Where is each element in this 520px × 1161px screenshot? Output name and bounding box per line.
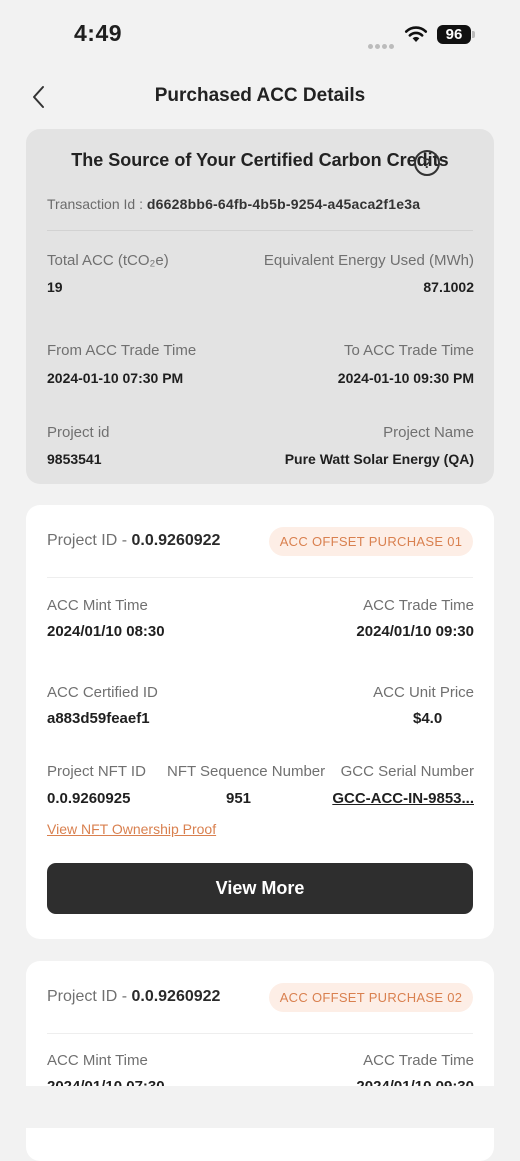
mint-time-label: ACC Mint Time [47, 1052, 148, 1069]
trade-time-label: ACC Trade Time [363, 597, 474, 614]
offset-project-id-label: Project ID - [47, 988, 128, 1005]
nav-bar: Purchased ACC Details [0, 70, 520, 122]
project-id-label: Project id [47, 424, 110, 441]
total-acc-label: Total ACC (tCO₂e) [47, 252, 169, 269]
project-name-label: Project Name [383, 424, 474, 441]
offset-purchase-card: Project ID - 0.0.9260922 ACC OFFSET PURC… [26, 961, 494, 1161]
project-id-value: 9853541 [47, 451, 102, 467]
carbon-source-card: The Source of Your Certified Carbon Cred… [26, 129, 494, 484]
project-name-value: Pure Watt Solar Energy (QA) [284, 451, 474, 467]
transaction-label: Transaction Id : [47, 196, 143, 212]
help-question-icon[interactable]: ? [414, 150, 440, 176]
certified-id-value: a883d59feaef1 [47, 710, 150, 727]
battery-tip [472, 31, 475, 38]
unit-price-value: $4.0 [413, 710, 443, 727]
status-bar: 4:49 96 [0, 0, 520, 70]
offset-project-id-label: Project ID - [47, 532, 128, 549]
nft-sequence-label: NFT Sequence Number [167, 763, 326, 780]
trade-time-value: 2024/01/10 09:30 [356, 623, 474, 640]
page-title: Purchased ACC Details [154, 85, 366, 106]
to-trade-time-value: 2024-01-10 09:30 PM [337, 370, 474, 386]
gcc-serial-label: GCC Serial Number [340, 763, 474, 780]
wifi-icon [404, 26, 428, 42]
offset-project-id: Project ID - 0.0.9260922 [47, 988, 220, 1006]
nft-sequence-value: 951 [226, 790, 252, 807]
status-time: 4:49 [74, 20, 123, 46]
from-trade-time-value: 2024-01-10 07:30 PM [47, 370, 184, 386]
offset-project-id: Project ID - 0.0.9260922 [47, 532, 220, 550]
divider [47, 577, 473, 578]
mint-time-value: 2024/01/10 08:30 [47, 623, 165, 640]
to-trade-time-label: To ACC Trade Time [343, 342, 474, 359]
nft-id-value: 0.0.9260925 [47, 790, 131, 807]
offset-project-id-value: 0.0.9260922 [131, 532, 221, 549]
offset-purchase-card: Project ID - 0.0.9260922 ACC OFFSET PURC… [26, 505, 494, 939]
total-acc-value: 19 [47, 279, 63, 295]
view-more-button[interactable]: View More [47, 863, 473, 914]
certified-id-label: ACC Certified ID [47, 684, 158, 701]
bottom-safe-area [0, 1086, 520, 1128]
divider [47, 1033, 473, 1034]
from-trade-time-label: From ACC Trade Time [47, 342, 197, 359]
trade-time-label: ACC Trade Time [363, 1052, 474, 1069]
transaction-id-value: d6628bb6-64fb-4b5b-9254-a45aca2f1e3a [146, 196, 421, 212]
divider [47, 230, 473, 231]
nft-ownership-proof-link[interactable]: View NFT Ownership Proof [47, 821, 216, 837]
offset-project-id-value: 0.0.9260922 [131, 988, 221, 1005]
battery-indicator: 96 [437, 25, 471, 44]
offset-badge: ACC OFFSET PURCHASE 02 [269, 983, 473, 1012]
mint-time-label: ACC Mint Time [47, 597, 148, 614]
energy-value: 87.1002 [423, 279, 474, 295]
transaction-id-row: Transaction Id : d6628bb6-64fb-4b5b-9254… [47, 196, 420, 212]
offset-badge: ACC OFFSET PURCHASE 01 [269, 527, 473, 556]
cellular-signal-icon [368, 36, 396, 54]
nft-id-label: Project NFT ID [47, 763, 146, 780]
unit-price-label: ACC Unit Price [373, 684, 474, 701]
energy-label: Equivalent Energy Used (MWh) [263, 252, 474, 269]
gcc-serial-link[interactable]: GCC-ACC-IN-9853... [332, 790, 474, 807]
